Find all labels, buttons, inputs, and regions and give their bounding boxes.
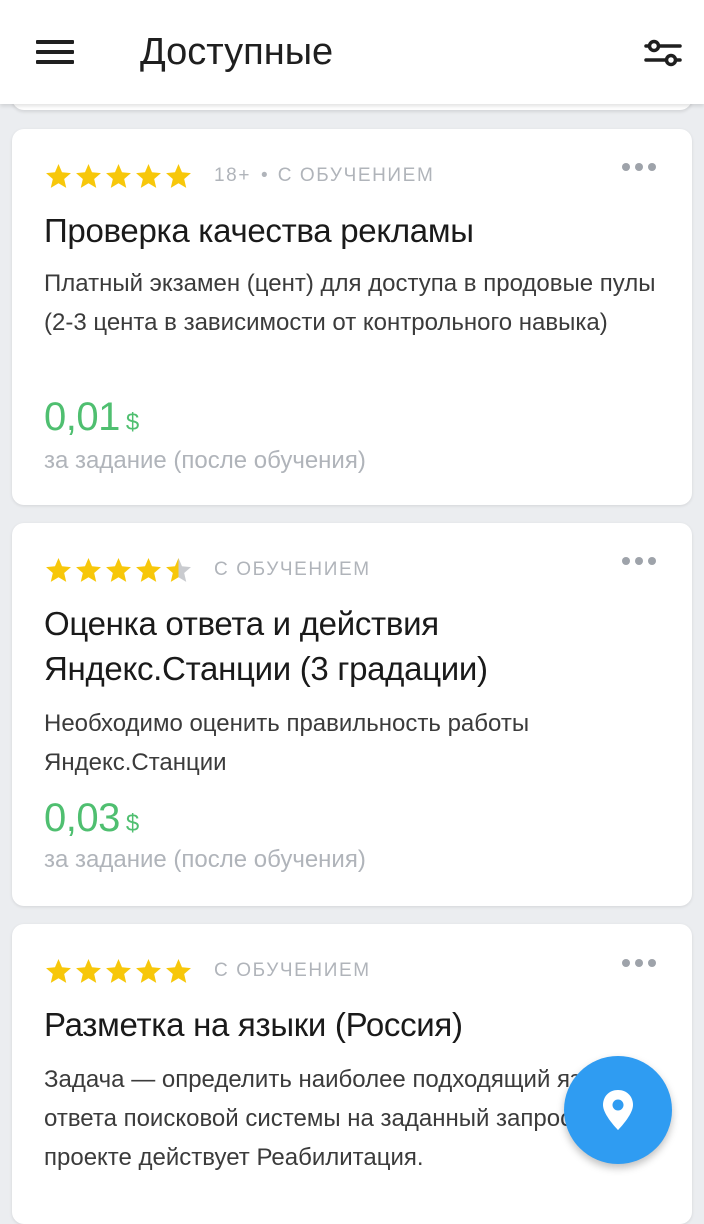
star-icon	[166, 164, 191, 188]
rating-stars	[44, 162, 194, 190]
task-title: Оценка ответа и действия Яндекс.Станции …	[44, 605, 488, 687]
more-options-icon[interactable]	[622, 160, 656, 174]
more-options-icon[interactable]	[622, 956, 656, 970]
task-card[interactable]: С ОБУЧЕНИЕМ Оценка ответа и действия Янд…	[12, 523, 692, 906]
star-icon	[136, 164, 161, 188]
task-price: 0,03 $	[44, 795, 139, 841]
star-icon	[76, 959, 101, 983]
price-currency: $	[125, 810, 140, 837]
training-tag: С ОБУЧЕНИЕМ	[214, 960, 371, 981]
rating-stars	[44, 556, 194, 584]
price-note: за задание (после обучения)	[44, 846, 366, 873]
age-badge: 18+	[214, 165, 252, 186]
app-bar: Доступные	[0, 0, 704, 104]
star-icon	[46, 558, 71, 582]
meta-separator: •	[261, 165, 268, 186]
task-meta: С ОБУЧЕНИЕМ	[44, 954, 371, 988]
training-tag: С ОБУЧЕНИЕМ	[277, 165, 435, 186]
star-icon	[106, 558, 131, 582]
price-note: за задание (после обучения)	[44, 447, 366, 474]
task-meta: 18+ • С ОБУЧЕНИЕМ	[44, 159, 434, 193]
task-title: Разметка на языки (Россия)	[44, 1006, 463, 1043]
sliders-filter-icon[interactable]	[644, 36, 682, 70]
task-price: 0,01 $	[44, 394, 139, 440]
star-icon	[166, 558, 191, 582]
map-button[interactable]	[564, 1056, 672, 1164]
star-icon	[76, 164, 101, 188]
task-description: Необходимо оценить правильность работы Я…	[44, 710, 530, 776]
training-tag: С ОБУЧЕНИЕМ	[214, 559, 371, 580]
map-pin-icon	[603, 1090, 633, 1130]
rating-stars	[44, 957, 194, 985]
more-options-icon[interactable]	[622, 554, 656, 568]
star-icon	[106, 164, 131, 188]
task-description: Платный экзамен (цент) для доступа в про…	[44, 270, 656, 336]
task-meta: С ОБУЧЕНИЕМ	[44, 553, 371, 587]
price-value: 0,01	[44, 395, 120, 439]
star-icon	[46, 959, 71, 983]
page-title: Доступные	[140, 31, 334, 73]
star-icon	[106, 959, 131, 983]
star-icon	[46, 164, 71, 188]
star-icon	[136, 558, 161, 582]
task-card[interactable]: 18+ • С ОБУЧЕНИЕМ Проверка качества рекл…	[12, 129, 692, 505]
price-currency: $	[125, 409, 140, 436]
task-title: Проверка качества рекламы	[44, 212, 474, 249]
star-icon	[166, 959, 191, 983]
star-icon	[136, 959, 161, 983]
hamburger-menu-icon[interactable]	[36, 38, 74, 66]
star-icon	[76, 558, 101, 582]
price-value: 0,03	[44, 796, 120, 840]
